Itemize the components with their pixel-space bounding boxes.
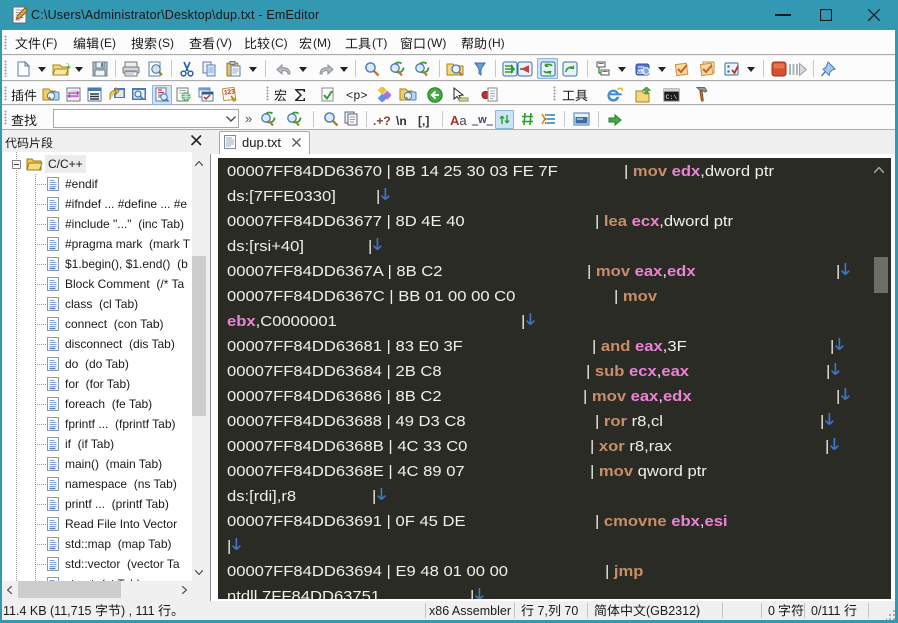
svg-text:ab: ab: [637, 69, 645, 76]
svg-text:C:\: C:\: [666, 94, 678, 101]
svg-text:123: 123: [224, 88, 236, 96]
svg-text:<p>: <p>: [346, 89, 368, 102]
